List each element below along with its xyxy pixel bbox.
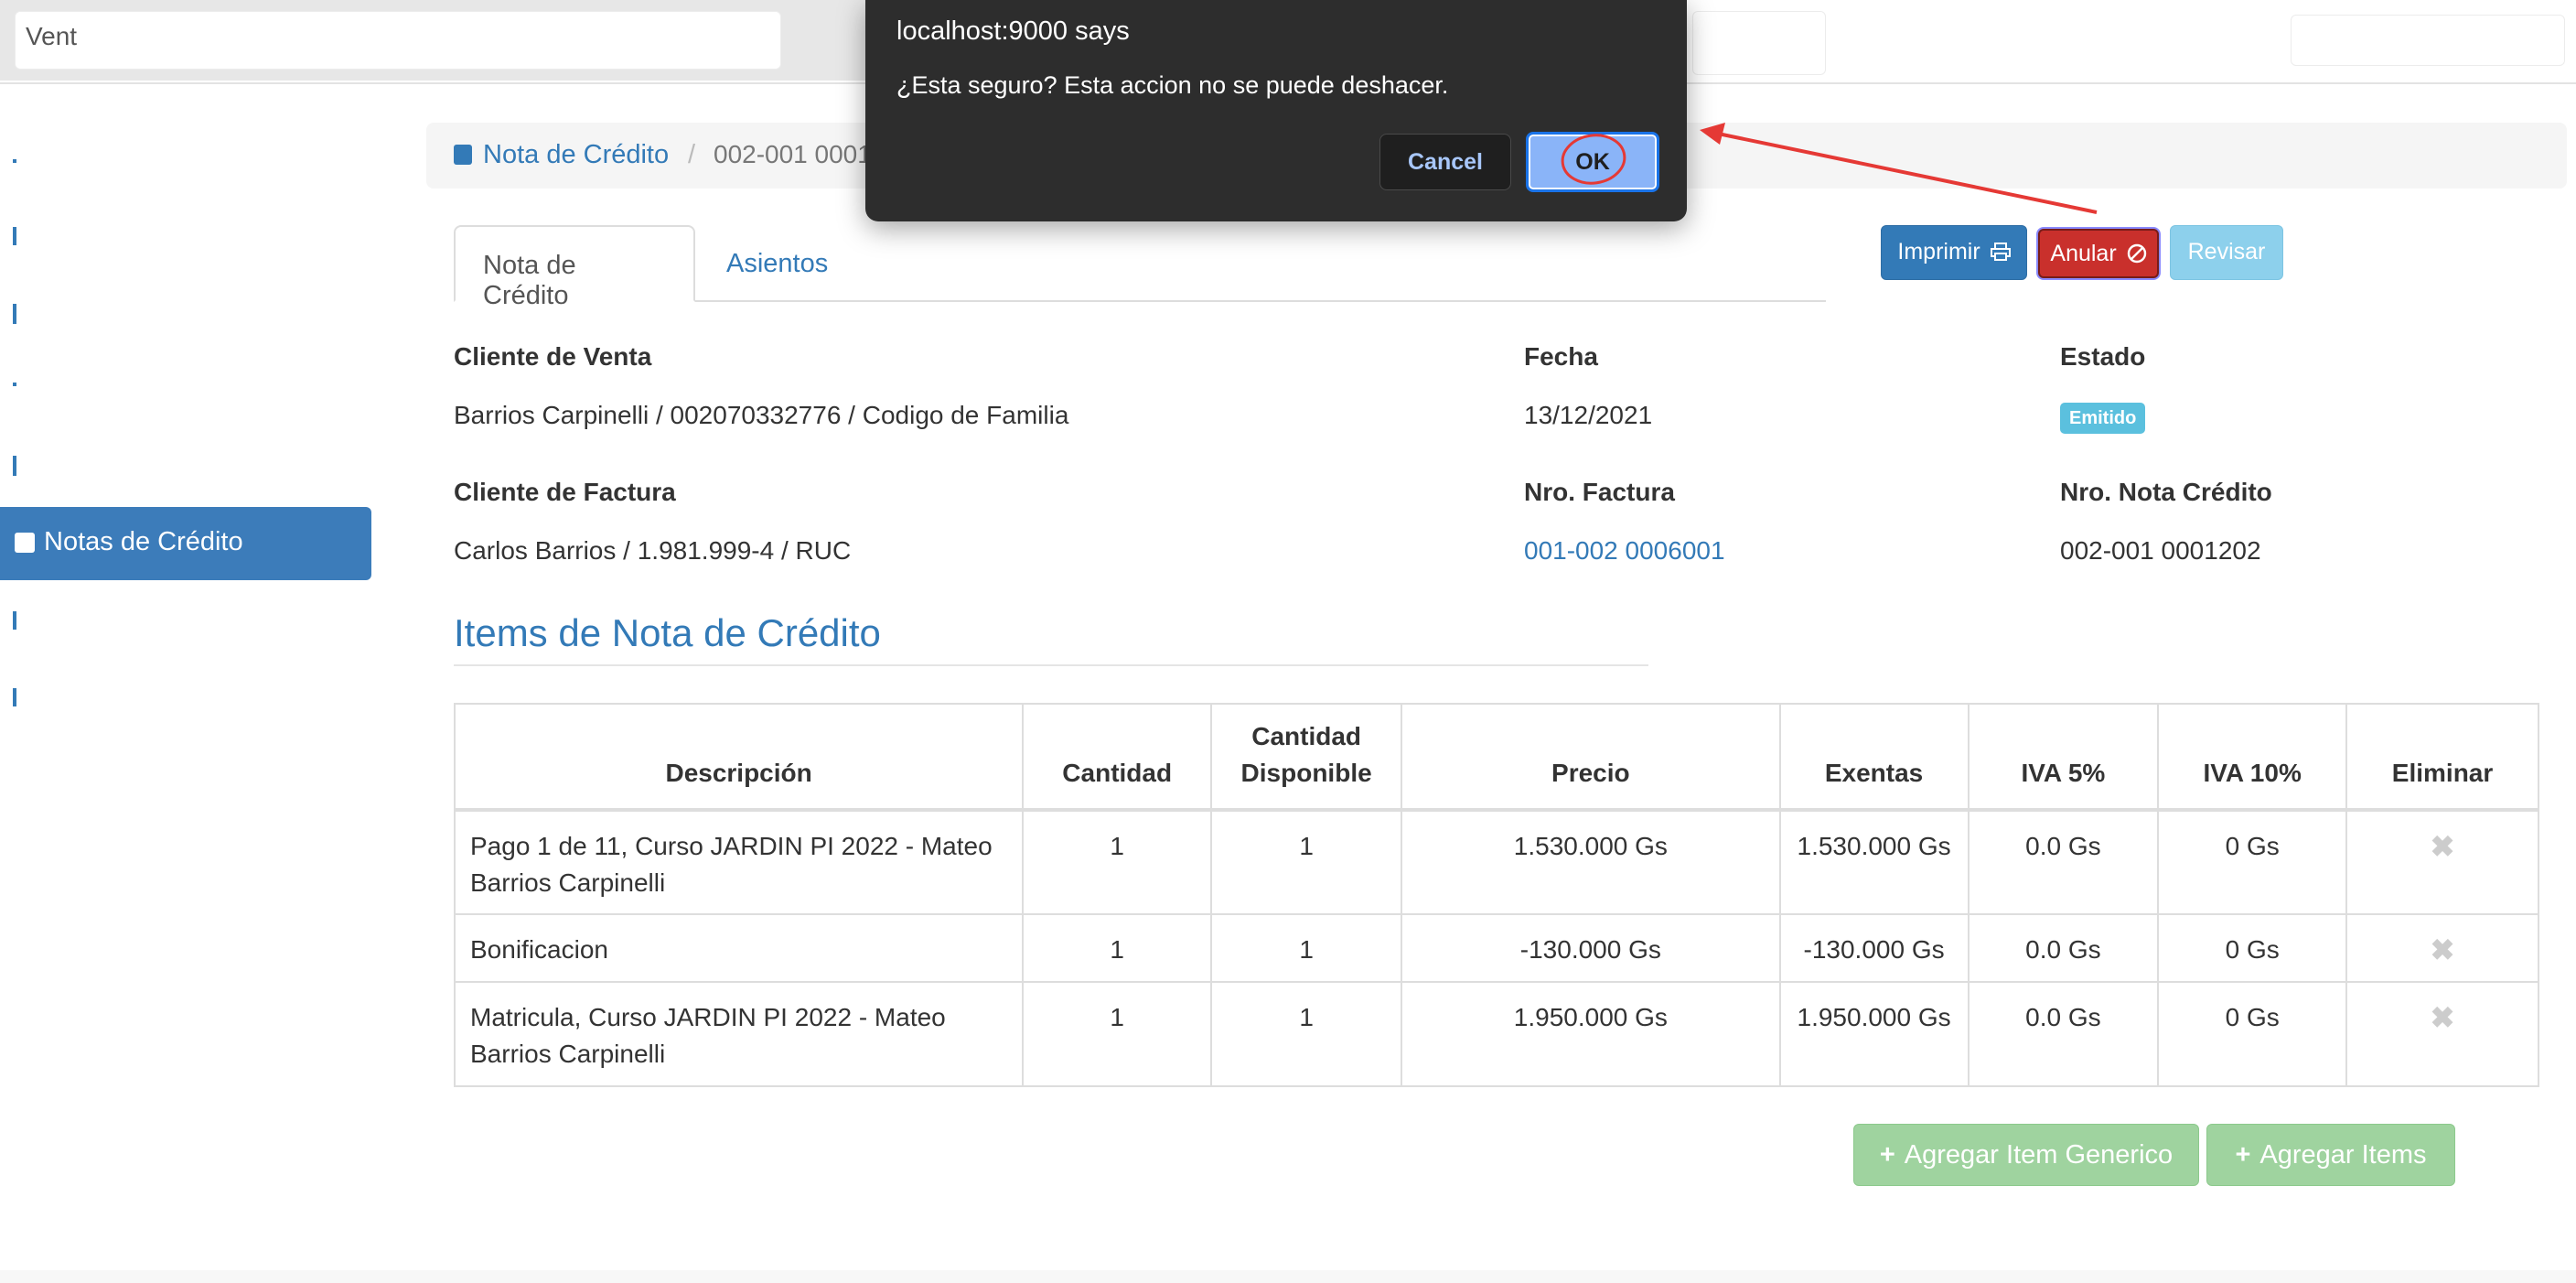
cell-cantidad: 1	[1022, 913, 1213, 983]
items-section-title: Items de Nota de Crédito	[454, 611, 881, 654]
sidebar-item-7[interactable]	[13, 611, 16, 630]
tab-nota-de-credito[interactable]: Nota de Crédito	[454, 225, 695, 310]
print-icon	[1990, 243, 2011, 261]
sidebar-item-8[interactable]	[13, 688, 16, 706]
breadcrumb-link[interactable]: Nota de Crédito	[483, 140, 669, 170]
cell-cantidad: 1	[1022, 981, 1213, 1087]
cell-eliminar: ✖	[2345, 981, 2539, 1087]
cell-descripcion: Matricula, Curso JARDIN PI 2022 - Mateo …	[453, 981, 1025, 1087]
column-header: Exentas	[1778, 703, 1970, 812]
cliente-venta-label: Cliente de Venta	[454, 342, 652, 371]
cell-iva5: 0.0 Gs	[1967, 981, 2160, 1087]
breadcrumb-current: 002-001 0001	[714, 140, 872, 168]
table-row: Matricula, Curso JARDIN PI 2022 - Mateo …	[453, 981, 2539, 1087]
cell-eliminar: ✖	[2345, 913, 2539, 983]
column-header: Cantidad	[1022, 703, 1213, 812]
cliente-factura-label: Cliente de Factura	[454, 478, 676, 506]
cell-disponible: 1	[1210, 809, 1403, 915]
nro-factura-label: Nro. Factura	[1524, 478, 1675, 506]
cell-descripcion: Bonificacion	[453, 913, 1025, 983]
column-header: Cantidad Disponible	[1210, 703, 1403, 812]
items-table: Descripción Cantidad Cantidad Disponible…	[453, 703, 2539, 1087]
ok-button[interactable]: OK	[1526, 132, 1659, 192]
anular-label: Anular	[2050, 241, 2117, 266]
nro-nota-value: 002-001 0001202	[2060, 536, 2261, 565]
ban-icon	[2127, 243, 2146, 264]
close-icon[interactable]: ✖	[2431, 933, 2455, 966]
table-row: Bonificacion 1 1 -130.000 Gs -130.000 Gs…	[453, 913, 2539, 983]
cell-iva10: 0 Gs	[2157, 981, 2348, 1087]
sidebar-item-notas-de-credito[interactable]: Notas de Crédito	[0, 507, 371, 580]
cell-precio: 1.950.000 Gs	[1401, 981, 1781, 1087]
dialog-message: ¿Esta seguro? Esta accion no se puede de…	[896, 71, 1449, 99]
sidebar: Notas de Crédito	[0, 84, 375, 1283]
nro-factura-link[interactable]: 001-002 0006001	[1524, 536, 1725, 566]
imprimir-button[interactable]: Imprimir	[1881, 225, 2027, 280]
breadcrumb-separator: /	[688, 140, 696, 169]
estado-label: Estado	[2060, 342, 2146, 371]
agregar-items-label: Agregar Items	[2259, 1140, 2427, 1170]
sidebar-item-3[interactable]	[13, 304, 16, 324]
cell-precio: 1.530.000 Gs	[1401, 809, 1781, 915]
table-row: Pago 1 de 11, Curso JARDIN PI 2022 - Mat…	[453, 809, 2539, 915]
cell-exentas: 1.530.000 Gs	[1778, 809, 1970, 915]
sidebar-item-label: Notas de Crédito	[44, 527, 243, 556]
tabs: Nota de Crédito Asientos	[454, 225, 1826, 310]
fecha-value: 13/12/2021	[1524, 401, 1653, 429]
section-divider	[454, 664, 1648, 666]
dialog-title: localhost:9000 says	[896, 16, 1130, 46]
sidebar-item-1[interactable]	[13, 159, 16, 163]
plus-icon: +	[1879, 1140, 1895, 1170]
navbar-right-box[interactable]	[1692, 11, 1826, 75]
sticky-note-icon	[454, 145, 472, 165]
sidebar-item-4[interactable]	[13, 383, 16, 386]
cell-cantidad: 1	[1022, 809, 1213, 915]
imprimir-label: Imprimir	[1897, 239, 1980, 264]
cell-precio: -130.000 Gs	[1401, 913, 1781, 983]
cell-descripcion: Pago 1 de 11, Curso JARDIN PI 2022 - Mat…	[453, 809, 1025, 915]
cell-exentas: -130.000 Gs	[1778, 913, 1970, 983]
nro-nota-label: Nro. Nota Crédito	[2060, 478, 2272, 506]
cell-exentas: 1.950.000 Gs	[1778, 981, 1970, 1087]
agregar-item-generico-label: Agregar Item Generico	[1904, 1140, 2174, 1170]
column-header: Eliminar	[2345, 703, 2539, 812]
revisar-button[interactable]: Revisar	[2170, 225, 2283, 280]
cell-eliminar: ✖	[2345, 809, 2539, 915]
navbar-user-box[interactable]	[2291, 15, 2565, 66]
confirm-dialog: localhost:9000 says ¿Esta seguro? Esta a…	[865, 0, 1687, 221]
column-header: Descripción	[453, 703, 1025, 812]
column-header: IVA 5%	[1967, 703, 2160, 812]
navbar-search-box[interactable]	[15, 11, 781, 70]
table-header-row: Descripción Cantidad Cantidad Disponible…	[453, 703, 2539, 812]
cell-iva10: 0 Gs	[2157, 809, 2348, 915]
sticky-note-icon	[15, 533, 35, 553]
status-badge: Emitido	[2060, 403, 2146, 434]
cancel-button[interactable]: Cancel	[1379, 134, 1511, 190]
tab-asientos[interactable]: Asientos	[699, 225, 855, 302]
agregar-item-generico-button[interactable]: + Agregar Item Generico	[1853, 1124, 2199, 1186]
fecha-label: Fecha	[1524, 342, 1598, 371]
close-icon[interactable]: ✖	[2431, 1001, 2455, 1034]
cell-disponible: 1	[1210, 913, 1403, 983]
cliente-venta-value: Barrios Carpinelli / 002070332776 / Codi…	[454, 401, 1069, 429]
sidebar-item-2[interactable]	[13, 227, 16, 245]
column-header: Precio	[1401, 703, 1781, 812]
cell-iva5: 0.0 Gs	[1967, 913, 2160, 983]
navbar-item-label: Vent	[26, 22, 78, 50]
sidebar-item-5[interactable]	[13, 456, 16, 476]
column-header: IVA 10%	[2157, 703, 2348, 812]
anular-button[interactable]: Anular	[2038, 229, 2159, 278]
cell-iva10: 0 Gs	[2157, 913, 2348, 983]
agregar-items-button[interactable]: + Agregar Items	[2206, 1124, 2455, 1186]
page-footer	[0, 1270, 2576, 1283]
cell-disponible: 1	[1210, 981, 1403, 1087]
cell-iva5: 0.0 Gs	[1967, 809, 2160, 915]
plus-icon: +	[2235, 1140, 2251, 1170]
cliente-factura-value: Carlos Barrios / 1.981.999-4 / RUC	[454, 536, 852, 565]
close-icon[interactable]: ✖	[2431, 830, 2455, 863]
